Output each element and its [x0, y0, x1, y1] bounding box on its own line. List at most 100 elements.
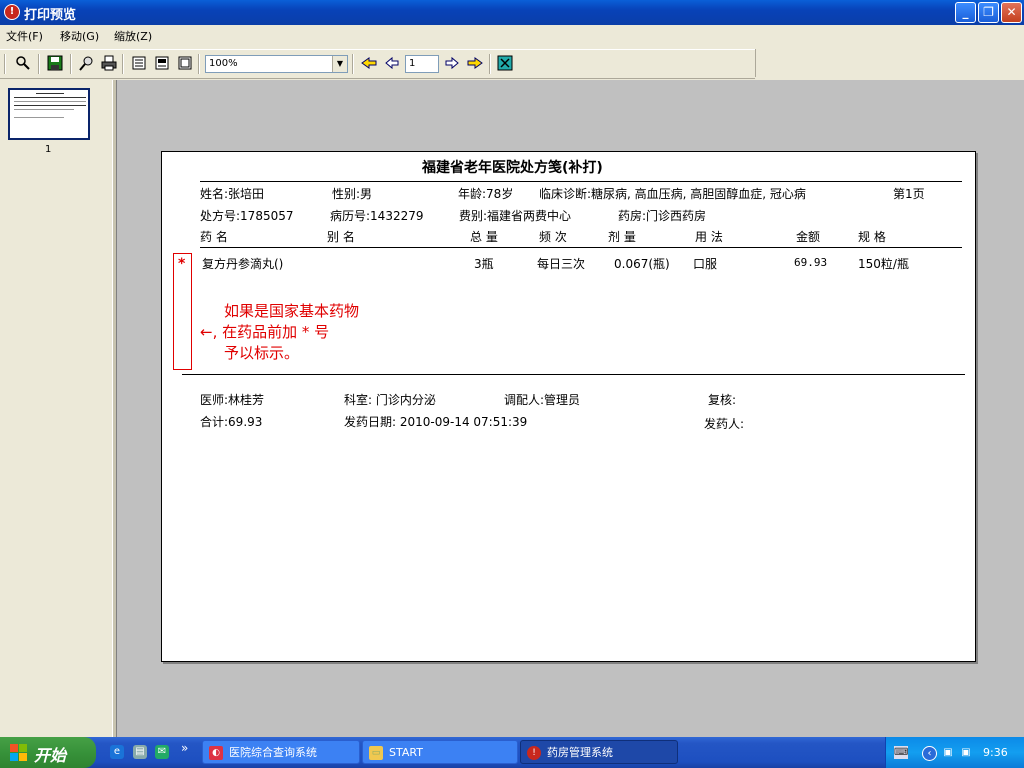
taskbar-item-label: 药房管理系统: [547, 746, 613, 759]
quicklaunch-overflow-icon[interactable]: »: [181, 741, 188, 755]
annotation-marker-box: *: [173, 253, 192, 370]
toolbar-separator: [38, 54, 40, 74]
drug-usage: 口服: [693, 257, 718, 271]
doctor: 医师:林桂芳: [200, 393, 265, 407]
drug-spec: 150粒/瓶: [858, 257, 909, 271]
reviewer: 复核:: [708, 393, 737, 407]
thumbnail-page-number: 1: [45, 144, 52, 155]
column-header-spec: 规 格: [858, 230, 886, 244]
drug-frequency: 每日三次: [537, 257, 586, 271]
single-page-icon[interactable]: [130, 55, 148, 73]
keyboard-icon[interactable]: ⌨: [894, 746, 908, 759]
windows-logo-icon: [10, 744, 27, 761]
thumbnail-detail: [14, 117, 64, 118]
outlook-icon[interactable]: ✉: [155, 745, 169, 759]
search-icon[interactable]: [14, 55, 32, 73]
taskbar-item-start-folder[interactable]: ▭ START: [362, 740, 518, 764]
pharmacy-app-icon: !: [527, 746, 541, 760]
column-header-total: 总 量: [470, 230, 498, 244]
toolbar: [0, 49, 755, 79]
divider: [200, 181, 962, 182]
next-page-icon[interactable]: [443, 55, 461, 73]
multi-page-icon[interactable]: [176, 55, 194, 73]
folder-icon: ▭: [369, 746, 383, 760]
divider: [200, 247, 962, 248]
start-label: 开始: [34, 746, 67, 765]
page-number-input[interactable]: 1: [405, 55, 439, 73]
close-preview-icon[interactable]: [496, 55, 514, 73]
prev-page-icon[interactable]: [383, 55, 401, 73]
zoom-select[interactable]: 100% ▼: [205, 55, 348, 73]
annotation-note-line1: 如果是国家基本药物: [224, 302, 360, 320]
save-icon[interactable]: [46, 55, 64, 73]
show-hidden-icons-icon[interactable]: ‹: [922, 746, 937, 761]
thumbnail-detail: [14, 101, 86, 102]
drug-total: 3瓶: [474, 257, 494, 271]
dispenser: 调配人:管理员: [504, 393, 581, 407]
pharmacy: 药房:门诊西药房: [618, 209, 707, 223]
print-icon[interactable]: [100, 55, 118, 73]
divider: [182, 374, 965, 375]
drug-amount: 69.93: [794, 256, 828, 269]
column-header-dose: 剂 量: [608, 230, 636, 244]
thumbnail-detail: [36, 93, 64, 94]
toolbar-separator: [70, 54, 72, 74]
fee-type: 费别:福建省两费中心: [459, 209, 572, 223]
patient-age: 年龄:78岁: [458, 187, 514, 201]
network-icon-2[interactable]: ▣: [959, 746, 973, 759]
title-bar[interactable]: ! 打印预览 _ ❐ ✕: [0, 0, 1024, 25]
two-page-icon[interactable]: [153, 55, 171, 73]
prescription-number: 处方号:1785057: [200, 209, 294, 223]
menu-move[interactable]: 移动(G): [60, 28, 99, 44]
taskbar-item-label: 医院综合查询系统: [229, 746, 317, 759]
column-header-name: 药 名: [200, 230, 228, 244]
dispense-date: 发药日期: 2010-09-14 07:51:39: [344, 415, 528, 429]
annotation-note-line3: 予以标示。: [224, 344, 300, 362]
restore-button[interactable]: ❐: [978, 2, 999, 23]
network-icon[interactable]: ▣: [941, 746, 955, 759]
window-title: 打印预览: [24, 8, 77, 23]
hospital-app-icon: ◐: [209, 746, 223, 760]
annotation-note-line2: ←, 在药品前加 * 号: [200, 323, 330, 341]
toolbar-empty-area: [755, 49, 1024, 77]
internet-explorer-icon[interactable]: e: [110, 745, 124, 759]
toolbar-separator: [352, 54, 354, 74]
menu-bar: 文件(F) 移动(G) 缩放(Z): [0, 25, 1024, 45]
patient-name: 姓名:张培田: [200, 187, 265, 201]
column-header-alias: 别 名: [327, 230, 355, 244]
start-button[interactable]: 开始: [0, 737, 96, 768]
last-page-icon[interactable]: [466, 55, 484, 73]
column-header-amount: 金额: [796, 230, 821, 244]
drug-name: 复方丹参滴丸(): [202, 257, 284, 271]
taskbar-item-label: START: [389, 746, 423, 759]
close-button[interactable]: ✕: [1001, 2, 1022, 23]
page-indicator: 第1页: [893, 187, 925, 201]
patient-gender: 性别:男: [332, 187, 373, 201]
toolbar-grip: [4, 54, 6, 74]
medical-record-number: 病历号:1432279: [330, 209, 424, 223]
zoom-value: 100%: [209, 58, 238, 69]
thumbnail-detail: [14, 109, 74, 110]
toolbar-separator: [198, 54, 200, 74]
annotation-star: *: [178, 256, 186, 272]
total-amount: 合计:69.93: [200, 415, 263, 429]
taskbar: 开始 e ▤ ✉ » ◐ 医院综合查询系统 ▭ START ! 药房管理系统 ⌨…: [0, 737, 1024, 768]
department: 科室: 门诊内分泌: [344, 393, 436, 407]
prescription-title: 福建省老年医院处方笺(补打): [422, 160, 603, 176]
clock: 9:36: [983, 746, 1008, 759]
menu-zoom[interactable]: 缩放(Z): [114, 28, 152, 44]
find-icon[interactable]: [78, 55, 96, 73]
taskbar-item-hospital-query[interactable]: ◐ 医院综合查询系统: [202, 740, 360, 764]
chevron-down-icon[interactable]: ▼: [332, 56, 347, 72]
clinical-diagnosis: 临床诊断:糖尿病, 高血压病, 高胆固醇血症, 冠心病: [539, 187, 806, 201]
system-tray: ⌨ ‹ ▣ ▣ 9:36: [885, 737, 1024, 768]
thumbnail-panel: [0, 80, 112, 737]
menu-file[interactable]: 文件(F): [6, 28, 43, 44]
thumbnail-detail: [14, 105, 86, 106]
document-icon[interactable]: ▤: [133, 745, 147, 759]
page-thumbnail[interactable]: [8, 88, 90, 140]
minimize-button[interactable]: _: [955, 2, 976, 23]
first-page-icon[interactable]: [360, 55, 378, 73]
taskbar-item-pharmacy[interactable]: ! 药房管理系统: [520, 740, 678, 764]
toolbar-separator: [489, 54, 491, 74]
